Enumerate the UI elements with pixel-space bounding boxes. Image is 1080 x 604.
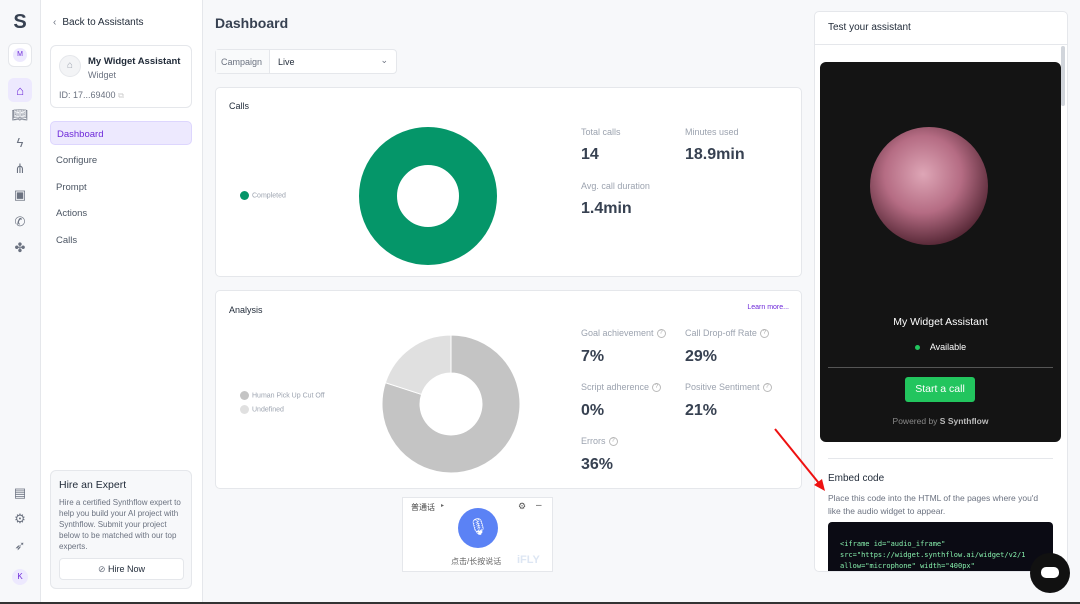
gear-icon[interactable]: ⚙ bbox=[8, 507, 32, 531]
widget-preview: My Widget Assistant Available Start a ca… bbox=[820, 62, 1061, 442]
status-dot bbox=[914, 345, 920, 351]
donut-slice-undefined[interactable] bbox=[384, 334, 452, 396]
lightning-icon[interactable]: ϟ bbox=[8, 130, 32, 154]
assistant-id: ID: 17...69400 bbox=[59, 90, 116, 100]
total-calls-value: 14 bbox=[581, 146, 599, 163]
hire-title: Hire an Expert bbox=[59, 479, 127, 491]
test-title: Test your assistant bbox=[828, 22, 911, 33]
page-title: Dashboard bbox=[215, 15, 289, 31]
voice-input-widget: 普通话 ▸ ⚙ – 🎙︎ 点击/长按说话 iFLY bbox=[402, 497, 553, 572]
check-circle-icon: ⊘ bbox=[97, 564, 106, 574]
test-assistant-panel: Test your assistant My Widget Assistant … bbox=[814, 11, 1068, 572]
nav-actions[interactable]: Actions bbox=[50, 201, 192, 225]
analysis-stat-value: 0% bbox=[581, 402, 605, 419]
assistant-card: ⌂ My Widget Assistant Widget ID: 17...69… bbox=[50, 45, 192, 108]
synthflow-s-icon: S bbox=[939, 416, 946, 426]
user-avatar[interactable]: K bbox=[8, 565, 32, 589]
analysis-stat-value: 21% bbox=[685, 402, 718, 419]
analysis-stat-label: Positive Sentiment? bbox=[685, 382, 772, 393]
analysis-stat-value: 36% bbox=[581, 456, 614, 473]
nav-calls[interactable]: Calls bbox=[50, 228, 192, 252]
analysis-stat-label: Script adherence? bbox=[581, 382, 662, 393]
help-icon[interactable]: ? bbox=[656, 329, 666, 339]
donut-slice-completed[interactable] bbox=[359, 127, 497, 265]
chat-icon bbox=[1041, 567, 1059, 578]
workspace-avatar[interactable]: M bbox=[8, 43, 32, 67]
chevron-left-icon: ‹ bbox=[53, 17, 57, 28]
assistant-type: Widget bbox=[88, 70, 117, 80]
settings-icon[interactable]: ⚙ bbox=[518, 501, 526, 512]
assistant-name: My Widget Assistant bbox=[88, 56, 181, 67]
avg-duration-value: 1.4min bbox=[581, 200, 632, 217]
calls-donut-chart bbox=[359, 127, 497, 265]
scrollbar[interactable] bbox=[1061, 46, 1065, 106]
learn-more-link[interactable]: Learn more... bbox=[747, 304, 789, 311]
analysis-stat-label: Goal achievement? bbox=[581, 328, 666, 339]
embed-description: Place this code into the HTML of the pag… bbox=[828, 493, 1039, 516]
phone-icon[interactable]: ✆ bbox=[8, 210, 32, 234]
assistant-sidebar: ‹ Back to Assistants ⌂ My Widget Assistan… bbox=[41, 0, 203, 604]
audio-orb bbox=[870, 127, 988, 245]
assistants-icon[interactable]: ⌂ bbox=[8, 78, 32, 102]
campaign-select[interactable]: Campaign Live ⌄ bbox=[215, 49, 397, 74]
language-select[interactable]: 普通话 bbox=[411, 502, 435, 513]
rocket-icon[interactable]: ➶ bbox=[8, 534, 32, 558]
hire-text: Hire a certified Synthflow expert to hel… bbox=[59, 498, 181, 551]
calls-card: Calls Completed Total calls 14 Minutes u… bbox=[215, 87, 802, 277]
legend-human-pickup: Human Pick Up Cut Off bbox=[240, 391, 325, 400]
status-text: Available bbox=[929, 342, 967, 352]
book-icon[interactable]: 📖︎ bbox=[8, 103, 32, 127]
minimize-icon[interactable]: – bbox=[536, 500, 542, 511]
legend-undefined: Undefined bbox=[240, 405, 284, 414]
hire-now-button[interactable]: ⊘ Hire Now bbox=[59, 558, 184, 580]
voice-hint: 点击/长按说话 bbox=[451, 557, 502, 566]
analysis-stat-value: 29% bbox=[685, 348, 718, 365]
icon-rail: S M ⌂ 📖︎ ϟ ⋔ ▣ ✆ ✤ ▤ ⚙ ➶ K bbox=[0, 0, 41, 604]
nav-dashboard[interactable]: Dashboard bbox=[50, 121, 192, 145]
embed-title: Embed code bbox=[828, 473, 885, 484]
nav-configure[interactable]: Configure bbox=[50, 148, 192, 172]
legend-completed: Completed bbox=[240, 191, 286, 200]
help-icon[interactable]: ? bbox=[608, 437, 618, 447]
analysis-card: Analysis Learn more... Human Pick Up Cut… bbox=[215, 290, 802, 489]
chevron-down-icon: ⌄ bbox=[380, 55, 388, 65]
nav-prompt[interactable]: Prompt bbox=[50, 175, 192, 199]
synthflow-logo-icon[interactable]: S bbox=[8, 10, 32, 34]
play-icon: ▸ bbox=[441, 503, 445, 509]
chat-launcher-button[interactable] bbox=[1030, 553, 1070, 593]
analysis-donut-chart bbox=[381, 334, 521, 474]
copy-icon[interactable]: ⧉ bbox=[118, 91, 124, 100]
ifly-logo: iFLY bbox=[517, 554, 540, 566]
puzzle-icon[interactable]: ✤ bbox=[8, 236, 32, 260]
flow-icon[interactable]: ⋔ bbox=[8, 157, 32, 181]
microphone-button[interactable]: 🎙︎ bbox=[458, 508, 498, 548]
hire-expert-card: Hire an Expert Hire a certified Synthflo… bbox=[50, 470, 192, 589]
synthflow-logo: S Synthflow bbox=[939, 416, 989, 426]
analysis-stat-label: Errors? bbox=[581, 436, 618, 447]
assistant-icon: ⌂ bbox=[59, 55, 81, 77]
start-call-button[interactable]: Start a call bbox=[905, 377, 975, 402]
embed-code-block[interactable]: <iframe id="audio_iframe" src="https://wi… bbox=[828, 522, 1053, 571]
building-icon[interactable]: ▤ bbox=[8, 481, 32, 505]
minutes-used-value: 18.9min bbox=[685, 146, 745, 163]
contact-icon[interactable]: ▣ bbox=[8, 183, 32, 207]
calls-title: Calls bbox=[229, 101, 250, 111]
analysis-title: Analysis bbox=[229, 305, 263, 315]
help-icon[interactable]: ? bbox=[759, 329, 769, 339]
dashboard-main: Dashboard Campaign Live ⌄ Calls Complete… bbox=[203, 0, 813, 604]
red-annotation-arrow bbox=[774, 428, 825, 491]
analysis-stat-label: Call Drop-off Rate? bbox=[685, 328, 769, 339]
back-to-assistants-link[interactable]: ‹ Back to Assistants bbox=[53, 17, 144, 28]
analysis-stat-value: 7% bbox=[581, 348, 605, 365]
help-icon[interactable]: ? bbox=[652, 383, 662, 393]
help-icon[interactable]: ? bbox=[762, 383, 772, 393]
